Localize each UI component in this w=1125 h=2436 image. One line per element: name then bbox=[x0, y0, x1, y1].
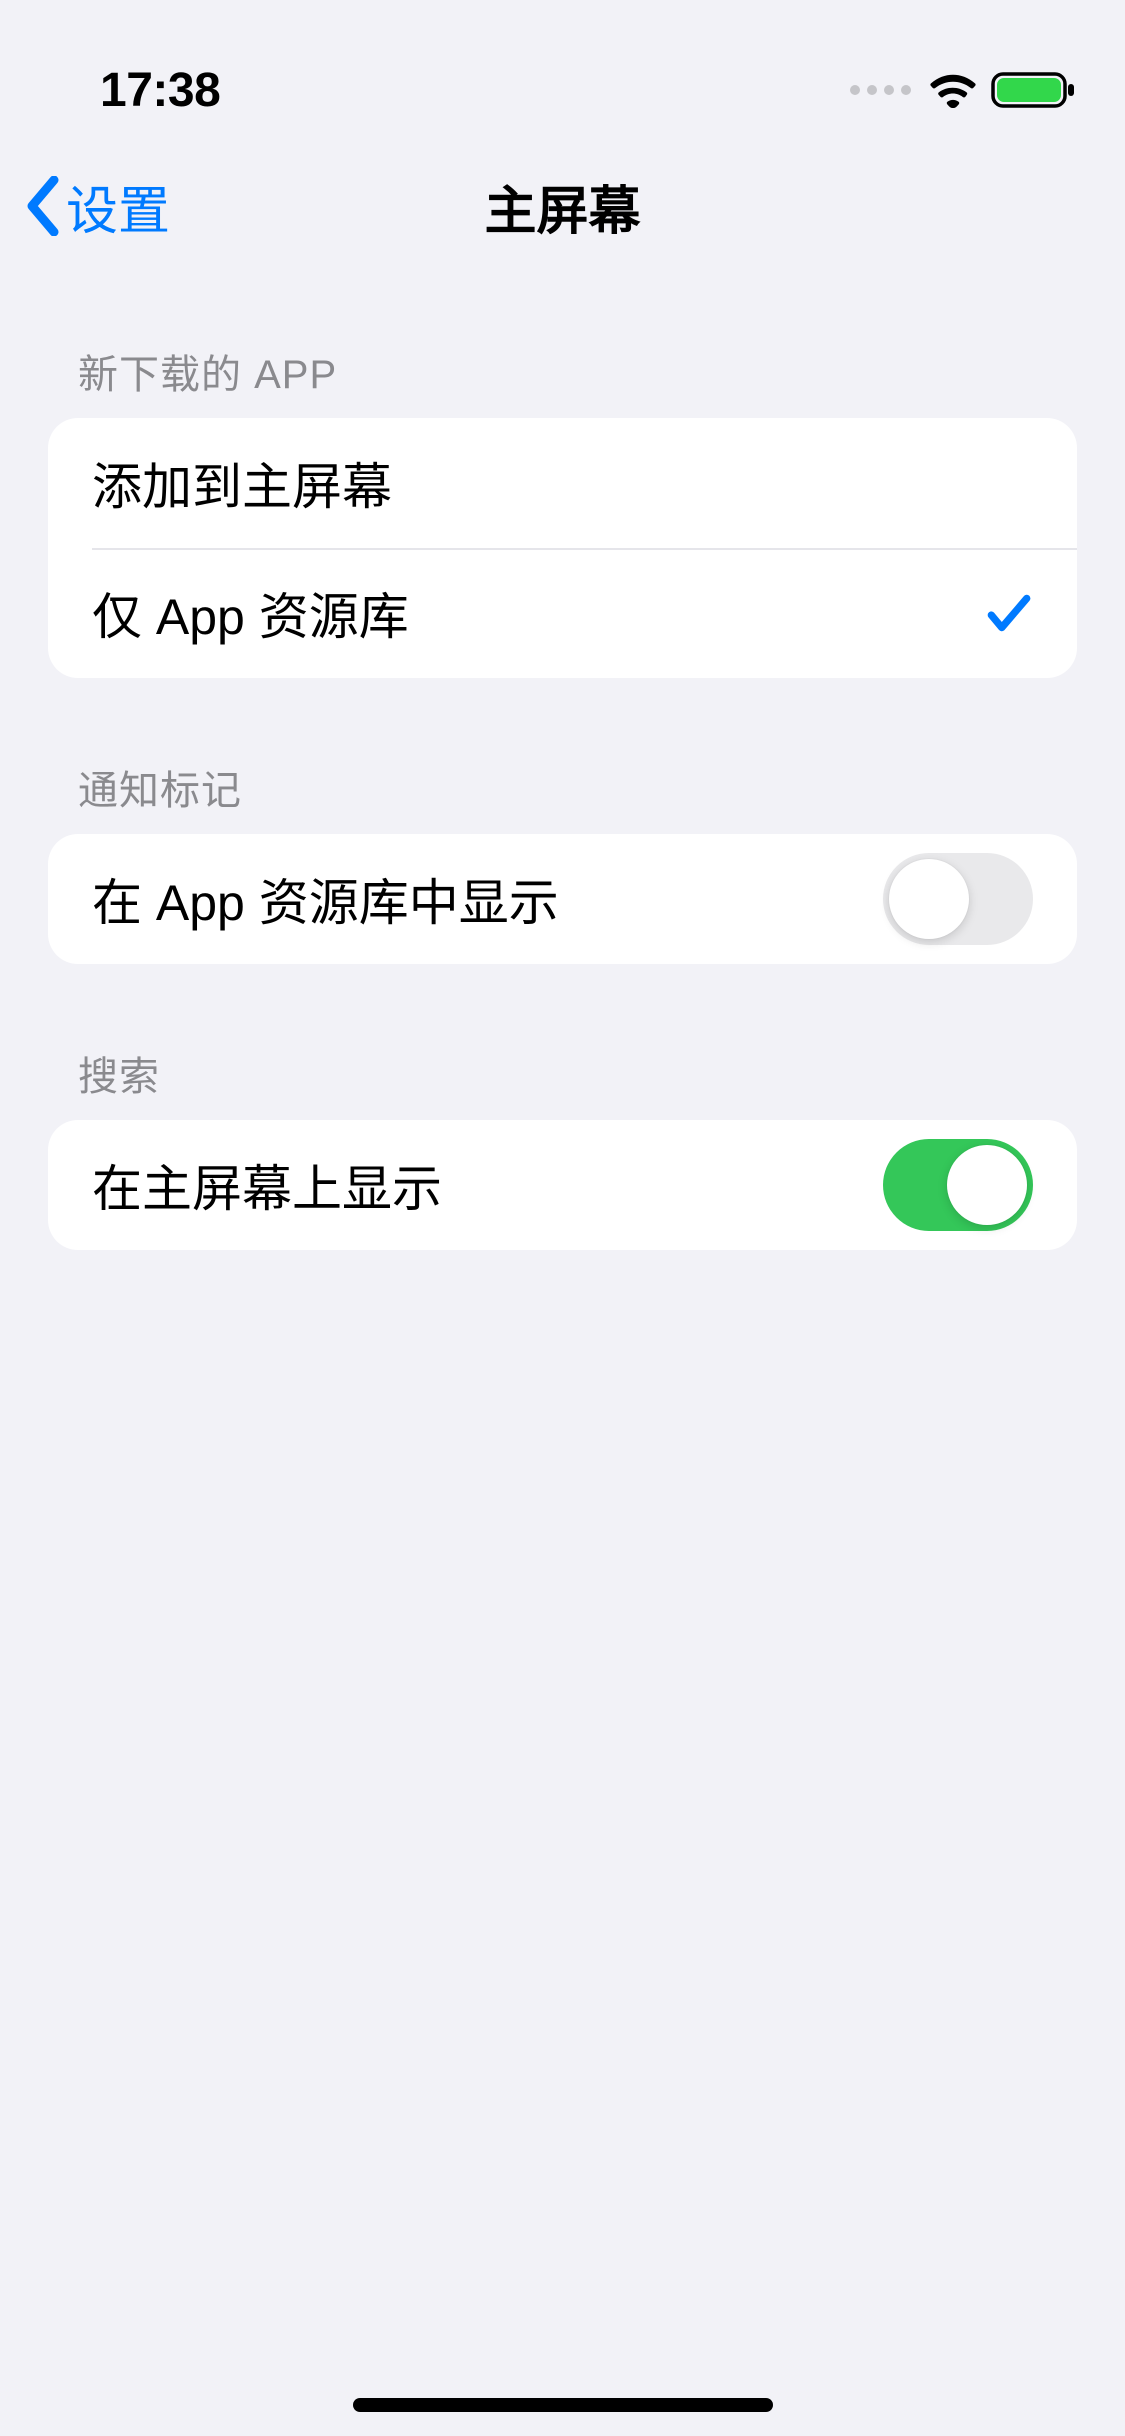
home-indicator[interactable] bbox=[353, 2398, 773, 2412]
group-search: 在主屏幕上显示 bbox=[48, 1120, 1077, 1250]
back-label: 设置 bbox=[66, 169, 170, 244]
chevron-left-icon bbox=[24, 176, 60, 236]
toggle-knob bbox=[889, 859, 969, 939]
group-badges: 在 App 资源库中显示 bbox=[48, 834, 1077, 964]
option-label: 仅 App 资源库 bbox=[92, 577, 409, 649]
toggle-knob bbox=[947, 1145, 1027, 1225]
wifi-icon bbox=[929, 72, 977, 108]
group-new-apps: 添加到主屏幕 仅 App 资源库 bbox=[48, 418, 1077, 678]
status-indicators bbox=[850, 70, 1075, 110]
toggle-show-on-home[interactable] bbox=[883, 1139, 1033, 1231]
row-show-on-home: 在主屏幕上显示 bbox=[48, 1120, 1077, 1250]
option-add-to-home[interactable]: 添加到主屏幕 bbox=[48, 418, 1077, 548]
section-header-search: 搜索 bbox=[48, 964, 1077, 1120]
row-show-in-library: 在 App 资源库中显示 bbox=[48, 834, 1077, 964]
toggle-show-in-library[interactable] bbox=[883, 853, 1033, 945]
signal-dots-icon bbox=[850, 85, 911, 95]
checkmark-icon bbox=[983, 588, 1033, 638]
status-time: 17:38 bbox=[100, 63, 220, 118]
row-label: 在主屏幕上显示 bbox=[92, 1149, 442, 1221]
section-header-badges: 通知标记 bbox=[48, 678, 1077, 834]
battery-icon bbox=[991, 70, 1075, 110]
back-button[interactable]: 设置 bbox=[24, 169, 170, 244]
option-label: 添加到主屏幕 bbox=[92, 447, 392, 519]
page-title: 主屏幕 bbox=[484, 169, 640, 244]
option-app-library-only[interactable]: 仅 App 资源库 bbox=[48, 548, 1077, 678]
row-label: 在 App 资源库中显示 bbox=[92, 863, 559, 935]
section-header-new-apps: 新下载的 APP bbox=[48, 272, 1077, 418]
settings-content: 新下载的 APP 添加到主屏幕 仅 App 资源库 通知标记 在 App 资源库… bbox=[0, 272, 1125, 1250]
status-bar: 17:38 bbox=[0, 0, 1125, 140]
navigation-bar: 设置 主屏幕 bbox=[0, 140, 1125, 272]
